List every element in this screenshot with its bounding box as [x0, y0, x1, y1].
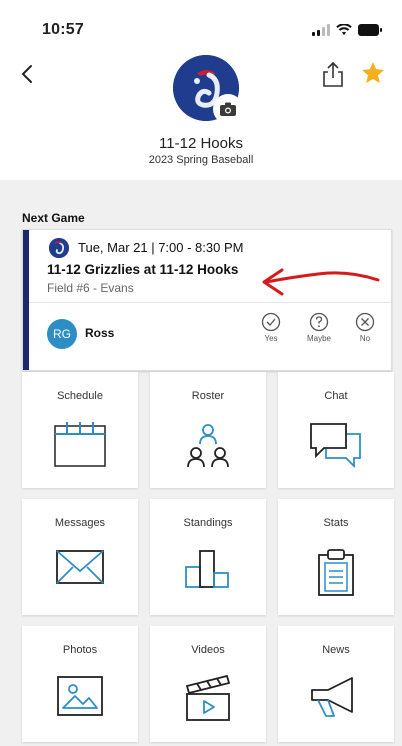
tile-messages[interactable]: Messages: [22, 499, 138, 615]
rsvp-yes-label: Yes: [264, 334, 278, 343]
tile-photos-label: Photos: [62, 644, 98, 656]
status-bar: 10:57: [0, 0, 402, 42]
player-name: Ross: [85, 326, 115, 340]
people-icon: [187, 424, 229, 468]
share-icon[interactable]: [320, 60, 346, 88]
podium-icon: [185, 550, 229, 588]
clipboard-icon: [318, 549, 354, 596]
annotation-arrow: [262, 268, 380, 296]
battery-icon: [358, 24, 382, 36]
card-accent-bar: [23, 230, 29, 370]
card-divider: [29, 302, 391, 303]
chat-bubbles-icon: [310, 423, 361, 468]
tile-messages-label: Messages: [54, 517, 106, 529]
check-circle-icon: [261, 312, 281, 332]
game-location: Field #6 - Evans: [47, 281, 134, 295]
tile-videos-label: Videos: [191, 644, 225, 656]
tile-news-label: News: [322, 644, 350, 656]
change-photo-button[interactable]: [213, 94, 243, 124]
tile-roster[interactable]: Roster: [150, 372, 266, 488]
tile-standings-label: Standings: [183, 517, 233, 529]
rsvp-no-label: No: [359, 334, 371, 343]
tile-stats-label: Stats: [323, 517, 349, 529]
tile-videos[interactable]: Videos: [150, 626, 266, 742]
status-indicators: [312, 24, 382, 36]
header-panel: 10:57 11-12 Hooks 2023 Spring Baseball: [0, 0, 402, 180]
signal-icon: [312, 24, 330, 36]
tile-stats[interactable]: Stats: [278, 499, 394, 615]
tile-standings[interactable]: Standings: [150, 499, 266, 615]
tile-chat-label: Chat: [324, 390, 348, 402]
tile-chat[interactable]: Chat: [278, 372, 394, 488]
envelope-icon: [56, 550, 104, 584]
player-avatar: RG: [47, 319, 77, 349]
tile-photos[interactable]: Photos: [22, 626, 138, 742]
team-name: 11-12 Hooks: [159, 135, 243, 152]
game-datetime: Tue, Mar 21 | 7:00 - 8:30 PM: [78, 240, 244, 255]
clapperboard-icon: [185, 674, 231, 721]
rsvp-maybe-button[interactable]: Maybe: [299, 312, 339, 343]
rsvp-maybe-label: Maybe: [306, 334, 331, 343]
tile-schedule[interactable]: Schedule: [22, 372, 138, 488]
rsvp-yes-button[interactable]: Yes: [251, 312, 291, 343]
favorite-star-icon[interactable]: [360, 60, 386, 86]
tile-roster-label: Roster: [191, 390, 225, 402]
rsvp-no-button[interactable]: No: [345, 312, 385, 343]
x-circle-icon: [355, 312, 375, 332]
next-game-label: Next Game: [22, 211, 85, 225]
question-circle-icon: [309, 312, 329, 332]
tile-news[interactable]: News: [278, 626, 394, 742]
wifi-icon: [336, 24, 352, 35]
status-time: 10:57: [42, 21, 84, 38]
photo-icon: [57, 676, 103, 716]
back-chevron-icon[interactable]: [16, 62, 40, 86]
team-logo-small-mark: [49, 238, 69, 258]
team-logo-small: [49, 238, 69, 258]
camera-icon: [220, 102, 236, 116]
megaphone-icon: [311, 677, 353, 717]
calendar-icon: [54, 422, 106, 467]
tile-schedule-label: Schedule: [57, 390, 103, 402]
game-matchup: 11-12 Grizzlies at 11-12 Hooks: [47, 262, 239, 277]
season-name: 2023 Spring Baseball: [148, 154, 254, 166]
